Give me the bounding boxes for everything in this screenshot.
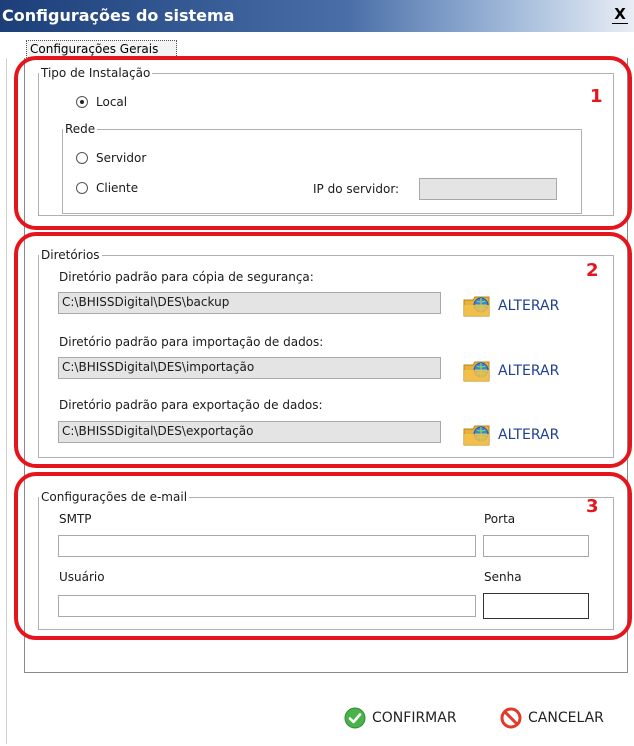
radio-servidor[interactable]: Servidor <box>76 151 146 165</box>
ip-server-label: IP do servidor: <box>313 182 400 196</box>
password-label: Senha <box>484 570 522 584</box>
user-input[interactable] <box>58 595 476 617</box>
password-input[interactable] <box>483 593 589 619</box>
annotation-number-1: 1 <box>590 86 603 107</box>
folder-globe-icon <box>463 361 490 382</box>
annotation-number-2: 2 <box>586 260 599 281</box>
port-input[interactable] <box>483 535 589 557</box>
radio-local[interactable]: Local <box>76 95 127 109</box>
radio-servidor-label: Servidor <box>96 151 147 165</box>
confirm-label: CONFIRMAR <box>372 710 457 726</box>
smtp-label: SMTP <box>59 512 92 526</box>
radio-cliente[interactable]: Cliente <box>76 181 138 195</box>
close-icon[interactable]: X <box>612 6 628 24</box>
title-bar: Configurações do sistema X <box>0 0 634 32</box>
ip-server-input[interactable] <box>419 178 557 200</box>
email-settings-legend: Configurações de e-mail <box>41 490 188 504</box>
tab-configuracoes-gerais[interactable]: Configurações Gerais <box>26 40 177 58</box>
alterar-export-button[interactable]: ALTERAR <box>462 422 559 448</box>
radio-local-label: Local <box>96 95 128 109</box>
folder-globe-icon <box>463 296 490 317</box>
export-dir-input[interactable]: C:\BHISSDigital\DES\exportação <box>58 421 441 443</box>
export-dir-label: Diretório padrão para exportação de dado… <box>59 398 323 412</box>
import-dir-input[interactable]: C:\BHISSDigital\DES\importação <box>58 357 441 379</box>
radio-cliente-label: Cliente <box>96 181 139 195</box>
window-border <box>6 58 7 744</box>
cancel-label: CANCELAR <box>528 710 604 726</box>
folder-globe-icon <box>463 425 490 446</box>
smtp-input[interactable] <box>58 535 476 557</box>
window-title: Configurações do sistema <box>2 6 235 25</box>
confirm-button[interactable]: CONFIRMAR <box>344 707 457 729</box>
alterar-import-label: ALTERAR <box>498 363 560 379</box>
radio-local-indicator[interactable] <box>76 96 88 108</box>
network-legend: Rede <box>65 122 96 136</box>
cancel-button[interactable]: CANCELAR <box>500 707 604 729</box>
check-circle-icon <box>344 707 366 729</box>
forbidden-circle-icon <box>500 707 522 729</box>
directories-legend: Diretórios <box>41 248 100 262</box>
tab-panel-bottom <box>24 670 628 673</box>
network-group: Rede <box>62 122 582 214</box>
port-label: Porta <box>484 512 516 526</box>
radio-cliente-indicator[interactable] <box>76 182 88 194</box>
user-label: Usuário <box>59 570 105 584</box>
alterar-backup-label: ALTERAR <box>498 298 560 314</box>
alterar-backup-button[interactable]: ALTERAR <box>462 293 559 319</box>
alterar-export-label: ALTERAR <box>498 427 560 443</box>
installation-type-legend: Tipo de Instalação <box>41 66 151 80</box>
backup-dir-label: Diretório padrão para cópia de segurança… <box>59 270 314 284</box>
backup-dir-input[interactable]: C:\BHISSDigital\DES\backup <box>58 292 441 314</box>
alterar-import-button[interactable]: ALTERAR <box>462 358 559 384</box>
annotation-number-3: 3 <box>586 496 599 517</box>
import-dir-label: Diretório padrão para importação de dado… <box>59 335 324 349</box>
radio-servidor-indicator[interactable] <box>76 152 88 164</box>
